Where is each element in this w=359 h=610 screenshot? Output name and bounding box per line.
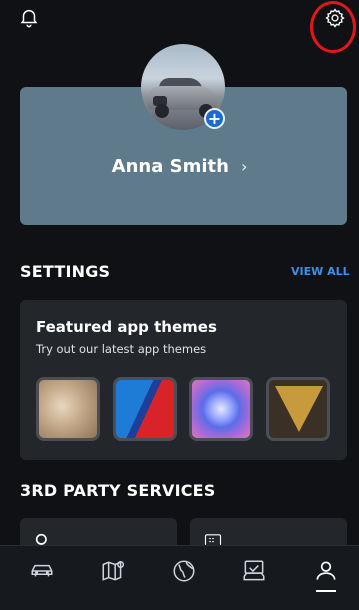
chevron-right-icon: ›: [240, 157, 248, 176]
profile-name-row[interactable]: Anna Smith ›: [0, 156, 359, 177]
highlight-circle: [310, 1, 356, 53]
bell-icon[interactable]: [18, 6, 40, 28]
theme-tile-m-stripes[interactable]: [113, 377, 177, 441]
plus-icon: +: [207, 108, 222, 128]
vehicle-service-icon[interactable]: [241, 558, 267, 584]
map-icon[interactable]: [100, 558, 126, 584]
theme-tile-sand[interactable]: [36, 377, 100, 441]
settings-title: SETTINGS: [20, 262, 111, 281]
globe-icon[interactable]: [171, 558, 197, 584]
third-party-title: 3RD PARTY SERVICES: [20, 481, 216, 500]
active-tab-indicator: [316, 590, 336, 592]
profile-name: Anna Smith: [111, 156, 229, 177]
add-photo-button[interactable]: +: [204, 108, 225, 129]
profile-icon[interactable]: [313, 558, 339, 584]
themes-subtitle: Try out our latest app themes: [36, 342, 207, 356]
car-icon[interactable]: [29, 558, 55, 584]
theme-tile-gold[interactable]: [266, 377, 330, 441]
themes-title: Featured app themes: [36, 318, 217, 336]
view-all-link[interactable]: VIEW ALL: [291, 265, 350, 278]
theme-tile-sphere[interactable]: [189, 377, 253, 441]
